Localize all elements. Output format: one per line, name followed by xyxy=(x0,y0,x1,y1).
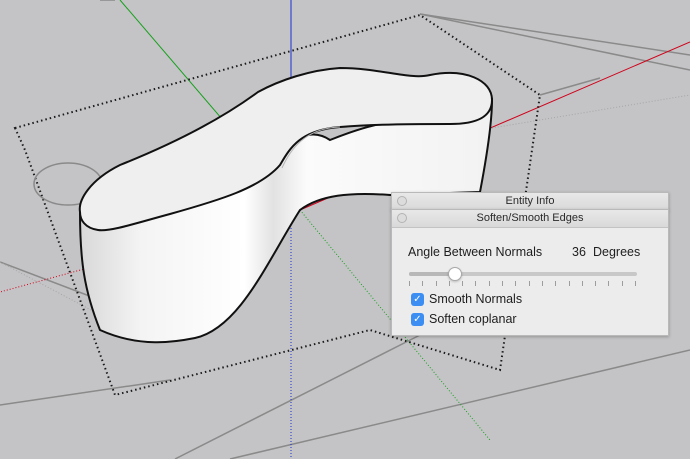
panel-title: Soften/Smooth Edges xyxy=(476,212,584,224)
entity-info-panel: Entity Info xyxy=(391,192,669,211)
soften-coplanar-label: Soften coplanar xyxy=(429,312,517,326)
angle-unit: Degrees xyxy=(593,245,641,259)
slider-tick xyxy=(449,281,450,286)
collapse-button[interactable] xyxy=(397,213,407,223)
slider-tick xyxy=(582,281,583,286)
angle-row: Angle Between Normals 36 Degrees xyxy=(408,245,648,259)
slider-tick xyxy=(502,281,503,286)
slider-tick xyxy=(489,281,490,286)
soften-coplanar-checkbox[interactable]: ✓ xyxy=(411,313,424,326)
angle-label: Angle Between Normals xyxy=(408,245,543,259)
soften-smooth-edges-panel: Soften/Smooth Edges Angle Between Normal… xyxy=(391,209,669,336)
slider-tick xyxy=(555,281,556,286)
slider-tick xyxy=(635,281,636,286)
angle-value: 36 xyxy=(572,245,586,259)
slider-tick xyxy=(422,281,423,286)
slider-tick xyxy=(515,281,516,286)
slider-tick xyxy=(436,281,437,286)
angle-slider[interactable] xyxy=(409,267,637,290)
slider-tick xyxy=(622,281,623,286)
slider-tick xyxy=(462,281,463,286)
smooth-normals-checkbox[interactable]: ✓ xyxy=(411,293,424,306)
slider-tick xyxy=(595,281,596,286)
slider-tick xyxy=(569,281,570,286)
slider-tick xyxy=(608,281,609,286)
soften-panel-titlebar[interactable]: Soften/Smooth Edges xyxy=(392,210,668,228)
slider-tick xyxy=(542,281,543,286)
slider-tick xyxy=(475,281,476,286)
smooth-normals-label: Smooth Normals xyxy=(429,292,523,306)
slider-tick xyxy=(529,281,530,286)
panel-title: Entity Info xyxy=(505,195,555,207)
collapse-button[interactable] xyxy=(397,196,407,206)
slider-tick xyxy=(409,281,410,286)
slider-thumb[interactable] xyxy=(448,267,462,281)
